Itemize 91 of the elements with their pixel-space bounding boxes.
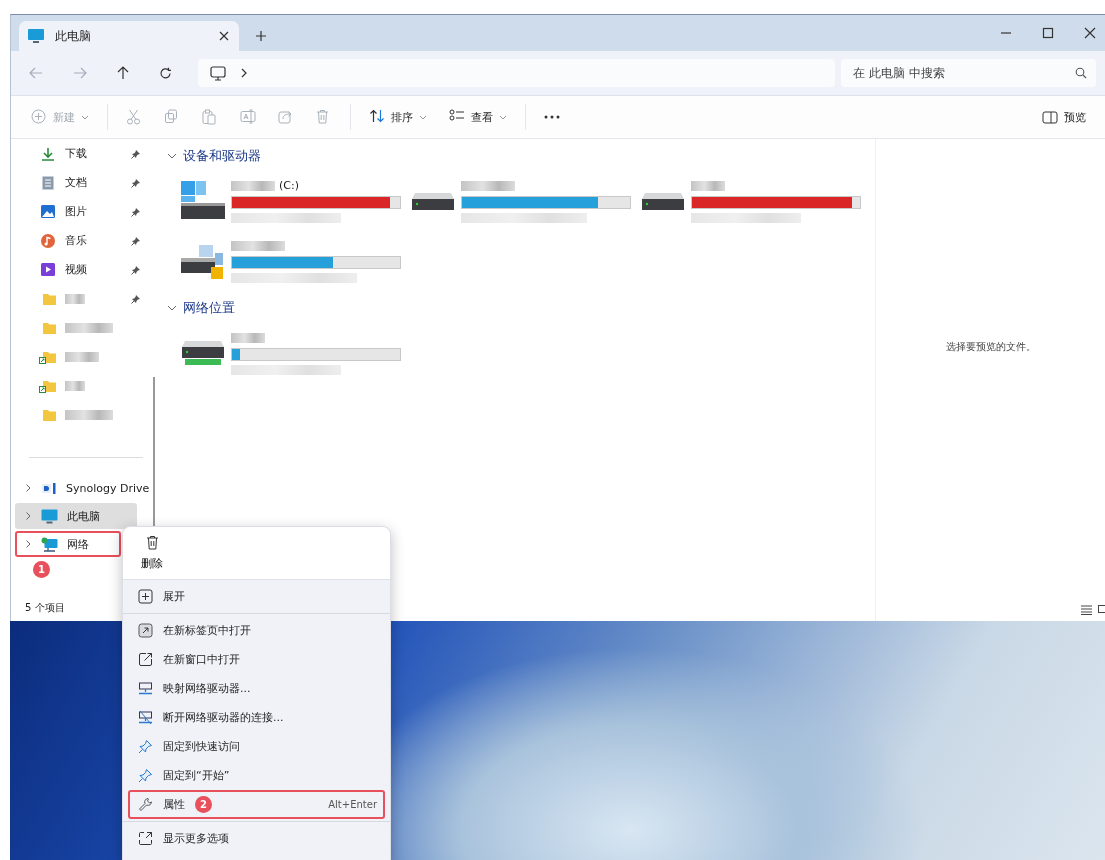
tree-item[interactable]: Synology Drive <box>15 475 152 501</box>
monitor-icon <box>210 65 226 81</box>
redacted-text <box>65 380 85 391</box>
download-icon <box>41 146 55 161</box>
chevron-right-icon[interactable] <box>240 68 248 78</box>
drive-logo-icon <box>41 481 57 495</box>
wrench-icon <box>138 797 153 812</box>
close-icon[interactable] <box>1084 27 1096 39</box>
music-icon <box>41 233 55 248</box>
view-button[interactable]: 查看 <box>439 105 517 129</box>
window-tab[interactable]: 此电脑 <box>19 21 239 51</box>
step-badge: 1 <box>33 561 50 578</box>
up-arrow-icon[interactable] <box>117 66 129 80</box>
redacted-text <box>65 351 99 362</box>
drive-tile[interactable]: (C:) <box>179 173 409 229</box>
open-window-icon <box>138 652 153 667</box>
item-count: 5 个项目 <box>24 601 66 615</box>
video-icon <box>41 263 55 276</box>
open-tab-icon <box>138 623 153 638</box>
menu-item[interactable]: 固定到快速访问 <box>128 732 385 761</box>
menu-item[interactable]: 在新窗口中打开 <box>128 645 385 674</box>
sidebar-item[interactable]: 图片 <box>15 197 149 226</box>
trash-icon <box>145 535 159 550</box>
menu-item[interactable]: 固定到“开始” <box>128 761 385 790</box>
redacted-text <box>65 293 85 304</box>
preview-message: 选择要预览的文件。 <box>946 340 1036 354</box>
hard-drive-icon <box>409 191 457 211</box>
sidebar-item[interactable]: 下载 <box>15 139 149 168</box>
tree-item[interactable]: 此电脑 <box>15 503 137 529</box>
plus-circle-icon <box>31 109 47 125</box>
network-drive-icon <box>138 681 153 696</box>
maximize-icon[interactable] <box>1042 27 1054 39</box>
section-header[interactable]: 设备和驱动器 <box>167 145 875 167</box>
search-icon <box>1075 67 1087 79</box>
sidebar-item[interactable]: 文档 <box>15 168 149 197</box>
pin-icon <box>138 739 153 754</box>
chevron-down-icon <box>167 152 177 160</box>
menu-item[interactable]: 展开 <box>128 582 385 611</box>
hard-drive-icon <box>639 191 687 211</box>
caret-icon <box>499 114 507 120</box>
picture-icon <box>41 205 55 218</box>
redacted-text <box>691 180 725 191</box>
share-icon <box>278 109 294 125</box>
preview-pane-button[interactable]: 预览 <box>1032 105 1096 129</box>
panel-icon <box>1042 110 1058 124</box>
search-field[interactable]: 在 此电脑 中搜索 <box>841 59 1096 87</box>
clipboard-icon <box>202 109 218 125</box>
rename-icon <box>240 109 256 125</box>
details-view-icon[interactable] <box>1081 605 1092 615</box>
chevron-right-icon[interactable] <box>25 483 32 493</box>
monitor-icon <box>27 28 45 44</box>
menu-item[interactable]: 断开网络驱动器的连接... <box>128 703 385 732</box>
document-icon <box>42 175 54 190</box>
chevron-down-icon <box>167 304 177 312</box>
network-icon <box>41 536 58 552</box>
pin-icon <box>138 768 153 783</box>
drive-letter: (C:) <box>279 179 299 192</box>
redacted-text <box>65 322 113 333</box>
section-header[interactable]: 网络位置 <box>167 297 875 319</box>
caret-icon <box>81 114 89 120</box>
delete-button[interactable]: 删除 <box>135 531 169 575</box>
sort-button[interactable]: 排序 <box>359 105 437 129</box>
more-icon <box>544 115 560 119</box>
network-drive-icon <box>179 340 227 366</box>
disconnect-drive-icon <box>138 710 153 725</box>
close-icon[interactable] <box>219 31 229 41</box>
copy-icon <box>164 109 180 125</box>
redacted-text <box>461 180 515 191</box>
scissors-icon <box>126 109 142 125</box>
shortcut-text: Alt+Enter <box>328 799 377 810</box>
menu-item[interactable]: 显示更多选项 <box>128 824 385 853</box>
monitor-icon <box>41 508 58 524</box>
redacted-text <box>65 409 113 420</box>
expand-icon <box>138 831 153 846</box>
sidebar-item[interactable]: 音乐 <box>15 226 149 255</box>
new-tab-icon[interactable] <box>255 30 267 42</box>
tiles-view-icon[interactable] <box>1098 605 1105 615</box>
step-badge: 2 <box>195 796 212 813</box>
menu-item[interactable]: 映射网络驱动器... <box>128 674 385 703</box>
tab-title: 此电脑 <box>55 27 92 45</box>
sidebar-item[interactable]: 视频 <box>15 255 149 284</box>
redacted-text <box>231 332 265 343</box>
menu-item[interactable]: 属性 2 Alt+Enter <box>128 790 385 819</box>
plus-box-icon <box>138 589 153 604</box>
redacted-text <box>231 240 285 251</box>
caret-icon <box>419 114 427 120</box>
menu-item[interactable]: 在新标签页中打开 <box>128 616 385 645</box>
refresh-icon[interactable] <box>159 66 172 80</box>
sort-arrows-icon <box>369 109 385 125</box>
chevron-right-icon[interactable] <box>25 539 32 549</box>
redacted-text <box>231 180 275 191</box>
